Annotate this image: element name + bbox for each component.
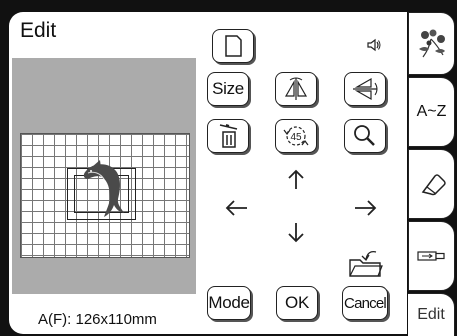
move-up-button[interactable] (284, 168, 308, 192)
trash-icon (219, 124, 238, 148)
arrow-right-icon (355, 200, 377, 216)
speaker-icon[interactable] (366, 37, 382, 53)
cancel-button[interactable]: Cancel (342, 286, 388, 320)
zoom-button[interactable] (344, 119, 386, 153)
side-tabs: A~Z Edit (408, 12, 457, 336)
mode-button[interactable]: Mode (207, 286, 251, 320)
arrow-left-icon (225, 200, 247, 216)
arrow-down-icon (288, 223, 304, 243)
flower-pattern-icon (418, 29, 445, 57)
tab-usb[interactable] (408, 221, 455, 291)
mirror-horizontal-icon (284, 77, 308, 100)
mirror-vertical-icon (353, 77, 378, 101)
arrow-up-icon (288, 169, 304, 189)
move-left-button[interactable] (224, 196, 250, 220)
rotate-angle-label: 45 (290, 132, 302, 143)
usb-icon (416, 251, 445, 261)
page-icon (225, 35, 242, 57)
pattern-size-readout: A(F): 126x110mm (38, 311, 157, 328)
ok-button[interactable]: OK (276, 286, 318, 320)
page-title: Edit (20, 19, 57, 42)
folder-save-icon (349, 251, 383, 277)
mirror-horizontal-button[interactable] (275, 72, 317, 106)
eraser-icon (421, 174, 446, 196)
tab-pattern[interactable] (408, 12, 455, 75)
tab-alphabet[interactable]: A~Z (408, 77, 455, 147)
size-button[interactable]: Size (207, 72, 249, 106)
rotate-icon: 45 (283, 126, 309, 146)
tab-eraser[interactable] (408, 149, 455, 219)
move-down-button[interactable] (284, 220, 308, 244)
dolphin-pattern-icon (78, 157, 134, 219)
save-to-folder-button[interactable] (344, 246, 386, 280)
delete-button[interactable] (207, 119, 249, 153)
magnifier-icon (354, 125, 375, 146)
rotate-45-button[interactable]: 45 (275, 119, 317, 153)
tab-edit[interactable]: Edit (408, 293, 455, 336)
mirror-vertical-button[interactable] (344, 72, 386, 106)
new-page-button[interactable] (212, 29, 254, 63)
move-right-button[interactable] (352, 196, 378, 220)
